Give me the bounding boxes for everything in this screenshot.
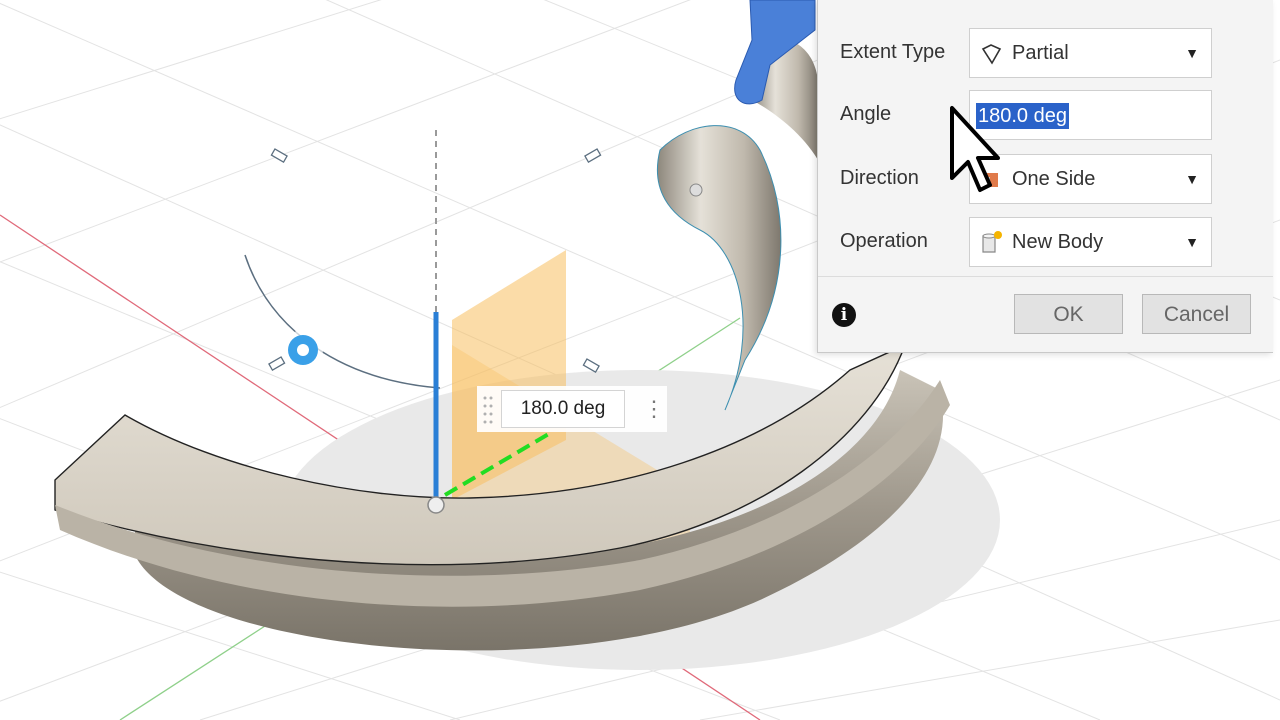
- helix-tube: [656, 125, 782, 411]
- new-body-icon: [982, 231, 1002, 253]
- direction-select[interactable]: One Side ▼: [969, 154, 1212, 204]
- extent-type-row: Extent Type Partial ▼: [818, 24, 1273, 80]
- extent-type-value: Partial: [1012, 42, 1069, 64]
- extent-type-select[interactable]: Partial ▼: [969, 28, 1212, 78]
- mouse-cursor-icon: [950, 106, 1000, 192]
- operation-row: Operation New Body ▼: [818, 213, 1273, 269]
- direction-row: Direction One Side ▼: [818, 150, 1273, 206]
- tube-end-point: [689, 183, 703, 197]
- angle-handle[interactable]: [283, 330, 323, 370]
- chevron-down-icon: ▼: [1185, 171, 1199, 187]
- vertical-ellipsis-icon[interactable]: ⋮: [643, 392, 665, 426]
- operation-select[interactable]: New Body ▼: [969, 217, 1212, 267]
- cancel-button[interactable]: Cancel: [1142, 294, 1251, 334]
- canvas-angle-box: 180.0 deg ⋮: [477, 386, 667, 432]
- chevron-down-icon: ▼: [1185, 45, 1199, 61]
- ok-button[interactable]: OK: [1014, 294, 1123, 334]
- canvas-angle-input[interactable]: 180.0 deg: [501, 390, 625, 428]
- operation-label: Operation: [840, 230, 928, 252]
- chevron-down-icon: ▼: [1185, 234, 1199, 250]
- partial-extent-icon: [981, 44, 1002, 65]
- angle-row: Angle 180.0 deg: [818, 86, 1273, 142]
- operation-value: New Body: [1012, 231, 1104, 253]
- direction-label: Direction: [840, 167, 919, 189]
- extent-type-label: Extent Type: [840, 41, 946, 63]
- direction-value: One Side: [1012, 168, 1096, 190]
- angle-label: Angle: [840, 103, 892, 125]
- drag-grip-icon[interactable]: [481, 390, 495, 428]
- dialog-divider: [818, 276, 1273, 277]
- origin-point: [427, 496, 445, 514]
- angle-input[interactable]: 180.0 deg: [969, 90, 1212, 140]
- info-icon[interactable]: i: [832, 303, 856, 327]
- revolve-dialog: Extent Type Partial ▼ Angle 180.0 deg Di…: [817, 0, 1273, 353]
